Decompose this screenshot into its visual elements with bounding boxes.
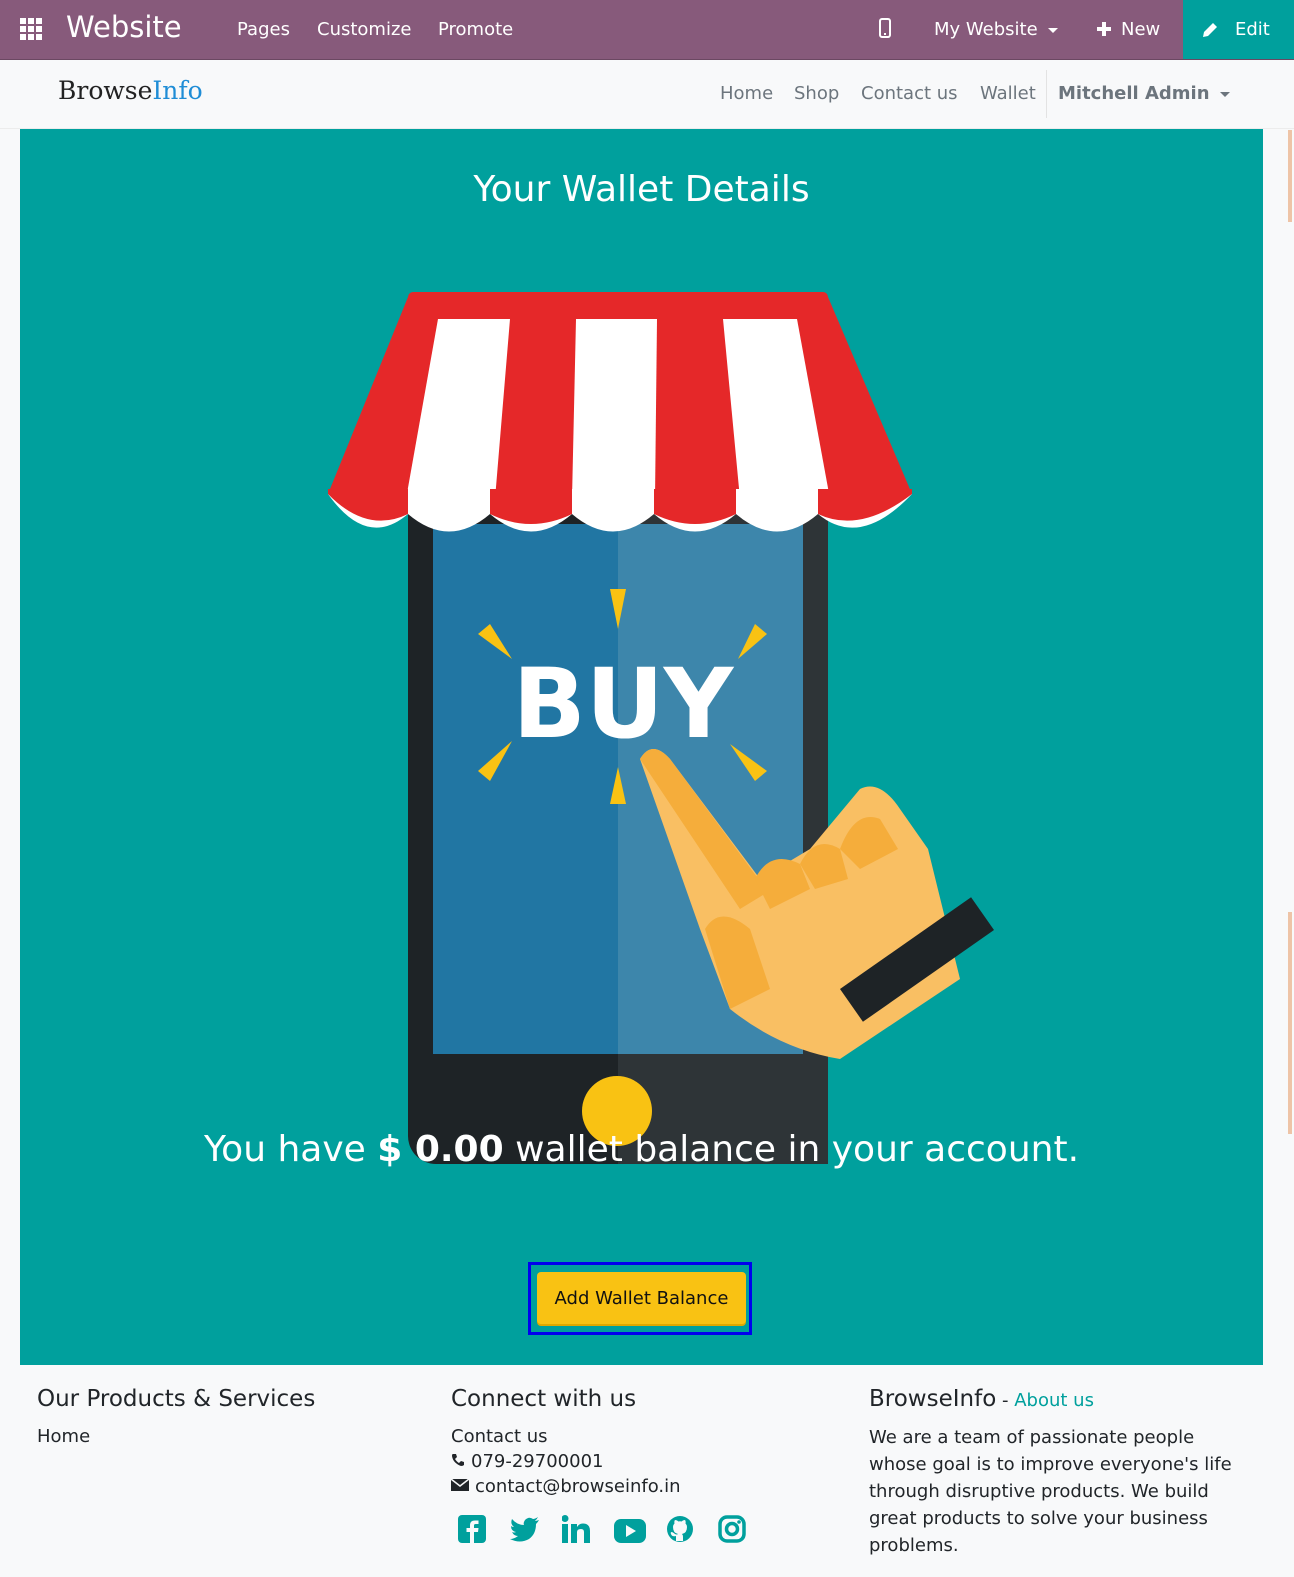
footer-about-text: We are a team of passionate people whose… bbox=[869, 1427, 1232, 1556]
social-links bbox=[458, 1515, 765, 1551]
footer-brand-name: BrowseInfo bbox=[869, 1386, 997, 1412]
footer-email: contact@browseinfo.in bbox=[450, 1476, 765, 1497]
footer-products-title: Our Products & Services bbox=[37, 1386, 316, 1412]
envelope-icon bbox=[450, 1478, 470, 1491]
footer-about-column: BrowseInfo - About us We are a team of p… bbox=[869, 1386, 1249, 1559]
site-logo[interactable]: BrowseInfo bbox=[58, 76, 203, 105]
nav-contact-us[interactable]: Contact us bbox=[861, 83, 958, 104]
wallet-balance-text: You have $ 0.00 wallet balance in your a… bbox=[20, 1129, 1263, 1170]
footer-home-link[interactable]: Home bbox=[37, 1426, 315, 1447]
logo-text-browse: Browse bbox=[58, 76, 153, 105]
mobile-preview-icon[interactable] bbox=[879, 18, 891, 38]
logo-text-info: Info bbox=[152, 76, 203, 105]
footer-about-link[interactable]: About us bbox=[1014, 1390, 1094, 1411]
nav-wallet[interactable]: Wallet bbox=[980, 83, 1036, 104]
menu-customize[interactable]: Customize bbox=[317, 19, 411, 40]
site-navbar: BrowseInfo Home Shop Contact us Wallet M… bbox=[0, 60, 1294, 129]
menu-pages[interactable]: Pages bbox=[237, 19, 290, 40]
menu-promote[interactable]: Promote bbox=[438, 19, 513, 40]
new-button-label: New bbox=[1121, 19, 1161, 40]
chevron-down-icon bbox=[1219, 91, 1230, 97]
plus-icon bbox=[1097, 22, 1111, 36]
nav-home[interactable]: Home bbox=[720, 83, 773, 104]
new-button[interactable]: New bbox=[1097, 19, 1160, 40]
balance-prefix: You have bbox=[203, 1129, 378, 1170]
app-title: Website bbox=[66, 10, 182, 44]
github-icon[interactable] bbox=[666, 1515, 698, 1547]
footer-products-column: Our Products & Services Home bbox=[37, 1386, 315, 1447]
user-name: Mitchell Admin bbox=[1058, 83, 1210, 104]
buy-text: BUY bbox=[513, 648, 735, 760]
scrollbar-marker bbox=[1288, 130, 1292, 222]
footer-title-separator: - bbox=[996, 1390, 1015, 1411]
website-selector-label: My Website bbox=[934, 19, 1038, 40]
balance-amount: $ 0.00 bbox=[377, 1129, 504, 1170]
scrollbar-marker bbox=[1288, 912, 1292, 1134]
footer-about-title: BrowseInfo - About us bbox=[869, 1386, 1249, 1412]
footer-connect-column: Connect with us Contact us 079-29700001 … bbox=[450, 1386, 765, 1551]
wallet-details-section: Your Wallet Details BUY You have $ 0.00 … bbox=[20, 129, 1263, 1365]
facebook-icon[interactable] bbox=[458, 1515, 490, 1547]
chevron-down-icon bbox=[1047, 27, 1058, 33]
website-admin-bar: Website Pages Customize Promote My Websi… bbox=[0, 0, 1294, 60]
linkedin-icon[interactable] bbox=[561, 1515, 594, 1547]
nav-shop[interactable]: Shop bbox=[794, 83, 839, 104]
apps-grid-icon[interactable] bbox=[20, 18, 44, 42]
website-selector[interactable]: My Website bbox=[934, 19, 1058, 40]
shop-buy-illustration: BUY bbox=[328, 292, 995, 1164]
youtube-icon[interactable] bbox=[614, 1519, 647, 1551]
twitter-icon[interactable] bbox=[510, 1517, 542, 1549]
user-menu[interactable]: Mitchell Admin bbox=[1058, 83, 1230, 104]
footer-contact-link[interactable]: Contact us bbox=[451, 1426, 765, 1447]
footer-phone: 079-29700001 bbox=[451, 1451, 765, 1472]
site-footer: Our Products & Services Home Connect wit… bbox=[0, 1366, 1294, 1577]
balance-suffix: wallet balance in your account. bbox=[503, 1129, 1080, 1170]
footer-connect-title: Connect with us bbox=[451, 1386, 637, 1412]
email-address: contact@browseinfo.in bbox=[475, 1476, 681, 1497]
edit-button[interactable]: Edit bbox=[1183, 0, 1294, 59]
edit-button-label: Edit bbox=[1235, 19, 1270, 40]
page-title: Your Wallet Details bbox=[473, 169, 810, 210]
phone-number: 079-29700001 bbox=[471, 1451, 604, 1472]
pencil-icon bbox=[1203, 23, 1217, 37]
instagram-icon[interactable] bbox=[718, 1515, 750, 1547]
nav-divider bbox=[1046, 70, 1047, 118]
add-wallet-balance-button[interactable]: Add Wallet Balance bbox=[537, 1272, 746, 1324]
phone-icon bbox=[452, 1454, 464, 1466]
